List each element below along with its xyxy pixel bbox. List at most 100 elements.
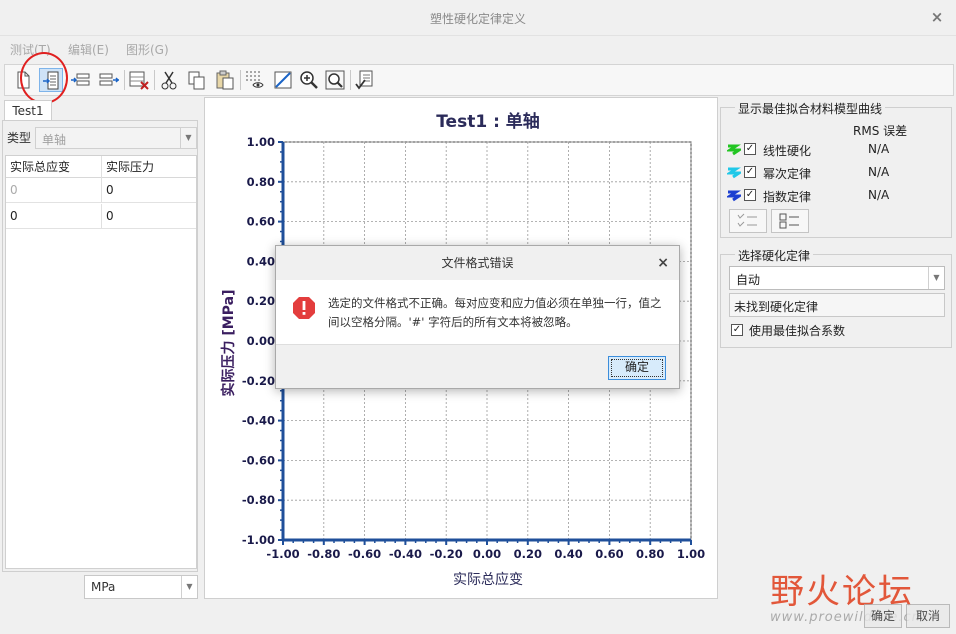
- model-label: 指数定律: [763, 190, 812, 204]
- unit-select[interactable]: MPa ▼: [84, 575, 198, 599]
- unit-select-value: MPa: [91, 580, 116, 594]
- use-best-fit-label: 使用最佳拟合系数: [749, 324, 846, 338]
- tab-test1[interactable]: Test1: [4, 100, 52, 121]
- paste-icon[interactable]: [213, 68, 237, 92]
- y-axis-label: 实际压力 [MPa]: [220, 290, 237, 397]
- refit-icon[interactable]: [271, 68, 295, 92]
- y-tick-label: 1.00: [247, 135, 275, 149]
- copy-icon[interactable]: [185, 68, 209, 92]
- x-tick-label: -0.60: [348, 547, 381, 561]
- menu-bar: 测试(T) 编辑(E) 图形(G): [0, 36, 956, 62]
- best-fit-group: 显示最佳拟合材料模型曲线 RMS 误差 ✓ 线性硬化 N/A ✓ 幂次定律 N/…: [720, 100, 952, 238]
- x-axis-label: 实际总应变: [453, 571, 523, 588]
- cut-icon[interactable]: [157, 68, 181, 92]
- check-all-button[interactable]: [729, 209, 767, 233]
- table-row[interactable]: 0 0: [6, 178, 196, 203]
- y-tick-label: -0.40: [242, 414, 275, 428]
- dialog-footer: 确定: [276, 344, 679, 388]
- model-label: 幂次定律: [763, 167, 812, 181]
- x-tick-label: 0.20: [514, 547, 542, 561]
- check-list-icon[interactable]: [353, 68, 377, 92]
- y-tick-label: -0.80: [242, 493, 275, 507]
- window-title: 塑性硬化定律定义: [429, 12, 526, 26]
- curve-color-icon: [727, 144, 741, 156]
- y-tick-label: 0.20: [247, 294, 275, 308]
- model-label: 线性硬化: [763, 144, 812, 158]
- hardening-law-group-title: 选择硬化定律: [735, 247, 814, 264]
- type-label: 类型: [7, 131, 32, 145]
- x-tick-label: -0.40: [389, 547, 422, 561]
- chevron-down-icon: ▼: [181, 576, 197, 598]
- error-dialog: 文件格式错误 × 选定的文件格式不正确。每对应变和应力值必须在单独一行，值之间以…: [275, 245, 680, 389]
- use-best-fit-checkbox[interactable]: ✓: [731, 324, 743, 336]
- x-tick-label: 0.40: [554, 547, 582, 561]
- dialog-title: 文件格式错误: [276, 246, 679, 280]
- cell-strain[interactable]: 0: [6, 178, 102, 202]
- x-tick-labels: -1.00 -0.80 -0.60 -0.40 -0.20 0.00 0.20 0.40 0.6…: [266, 547, 705, 561]
- uncheck-all-button[interactable]: [771, 209, 809, 233]
- x-tick-label: 0.80: [636, 547, 664, 561]
- y-tick-label: 0.40: [247, 254, 275, 268]
- dialog-message: 选定的文件格式不正确。每对应变和应力值必须在单独一行，值之间以空格分隔。'#' …: [328, 296, 662, 329]
- y-tick-label: -0.60: [242, 453, 275, 467]
- window-close-button[interactable]: ×: [928, 8, 946, 26]
- title-bar: 塑性硬化定律定义 ×: [0, 0, 956, 36]
- x-tick-label: 0.60: [595, 547, 623, 561]
- insert-row-after-icon[interactable]: [97, 68, 121, 92]
- cell-strain[interactable]: 0: [6, 204, 102, 228]
- cancel-button[interactable]: 取消: [906, 604, 950, 628]
- zoom-window-icon[interactable]: [323, 68, 347, 92]
- y-tick-label: 0.60: [247, 215, 275, 229]
- x-tick-label: -0.80: [307, 547, 340, 561]
- check-all-icon: [737, 213, 757, 227]
- table-row[interactable]: 0 0: [6, 204, 196, 229]
- chevron-down-icon: ▼: [180, 128, 196, 148]
- y-tick-label: -1.00: [242, 533, 275, 547]
- new-file-icon[interactable]: [11, 68, 35, 92]
- error-icon: [293, 297, 315, 319]
- curve-color-icon: [727, 190, 741, 202]
- show-grid-icon[interactable]: [243, 68, 267, 92]
- zoom-in-icon[interactable]: [297, 68, 321, 92]
- insert-row-before-icon[interactable]: [69, 68, 93, 92]
- column-header-strain[interactable]: 实际总应变: [6, 156, 102, 178]
- y-tick-label: 0.00: [247, 334, 275, 348]
- power-checkbox[interactable]: ✓: [744, 166, 756, 178]
- dialog-ok-button[interactable]: 确定: [608, 356, 666, 380]
- model-rms-value: N/A: [868, 188, 890, 202]
- toolbar: [4, 64, 954, 96]
- data-table: 实际总应变 实际压力 0 0 0 0: [5, 155, 197, 569]
- exponential-checkbox[interactable]: ✓: [744, 189, 756, 201]
- x-tick-label: 0.00: [473, 547, 501, 561]
- best-fit-group-title: 显示最佳拟合材料模型曲线: [735, 100, 886, 117]
- test-panel: 类型 单轴 ▼ 实际总应变 实际压力 0 0 0 0: [2, 120, 198, 572]
- hardening-law-select[interactable]: 自动 ▼: [729, 266, 945, 290]
- model-rms-value: N/A: [868, 165, 890, 179]
- x-tick-label: 1.00: [677, 547, 705, 561]
- table-header: 实际总应变 实际压力: [6, 156, 196, 178]
- delete-rows-icon[interactable]: [127, 68, 151, 92]
- hardening-law-select-value: 自动: [736, 273, 761, 287]
- menu-edit[interactable]: 编辑(E): [68, 41, 109, 58]
- column-header-stress[interactable]: 实际压力: [102, 156, 198, 178]
- y-tick-labels: 1.00 0.80 0.60 0.40 0.20 0.00 -0.20 -0.40 -0.60 -…: [242, 135, 275, 547]
- import-file-icon[interactable]: [39, 68, 63, 92]
- type-select-value: 单轴: [42, 133, 67, 147]
- rms-header: RMS 误差: [853, 124, 908, 138]
- model-rms-value: N/A: [868, 142, 890, 156]
- menu-test[interactable]: 测试(T): [10, 41, 51, 58]
- hardening-law-status: 未找到硬化定律: [729, 293, 945, 317]
- y-tick-label: 0.80: [247, 175, 275, 189]
- type-select[interactable]: 单轴 ▼: [35, 127, 197, 149]
- hardening-law-group: 选择硬化定律 自动 ▼ 未找到硬化定律 ✓ 使用最佳拟合系数: [720, 247, 952, 348]
- x-tick-label: -1.00: [266, 547, 299, 561]
- cell-stress[interactable]: 0: [102, 204, 198, 228]
- cell-stress[interactable]: 0: [102, 178, 198, 202]
- linear-checkbox[interactable]: ✓: [744, 143, 756, 155]
- dialog-close-button[interactable]: ×: [657, 255, 669, 271]
- x-tick-label: -0.20: [430, 547, 463, 561]
- curve-color-icon: [727, 167, 741, 179]
- ok-button[interactable]: 确定: [864, 604, 902, 628]
- y-tick-label: -0.20: [242, 374, 275, 388]
- menu-graph[interactable]: 图形(G): [126, 41, 169, 58]
